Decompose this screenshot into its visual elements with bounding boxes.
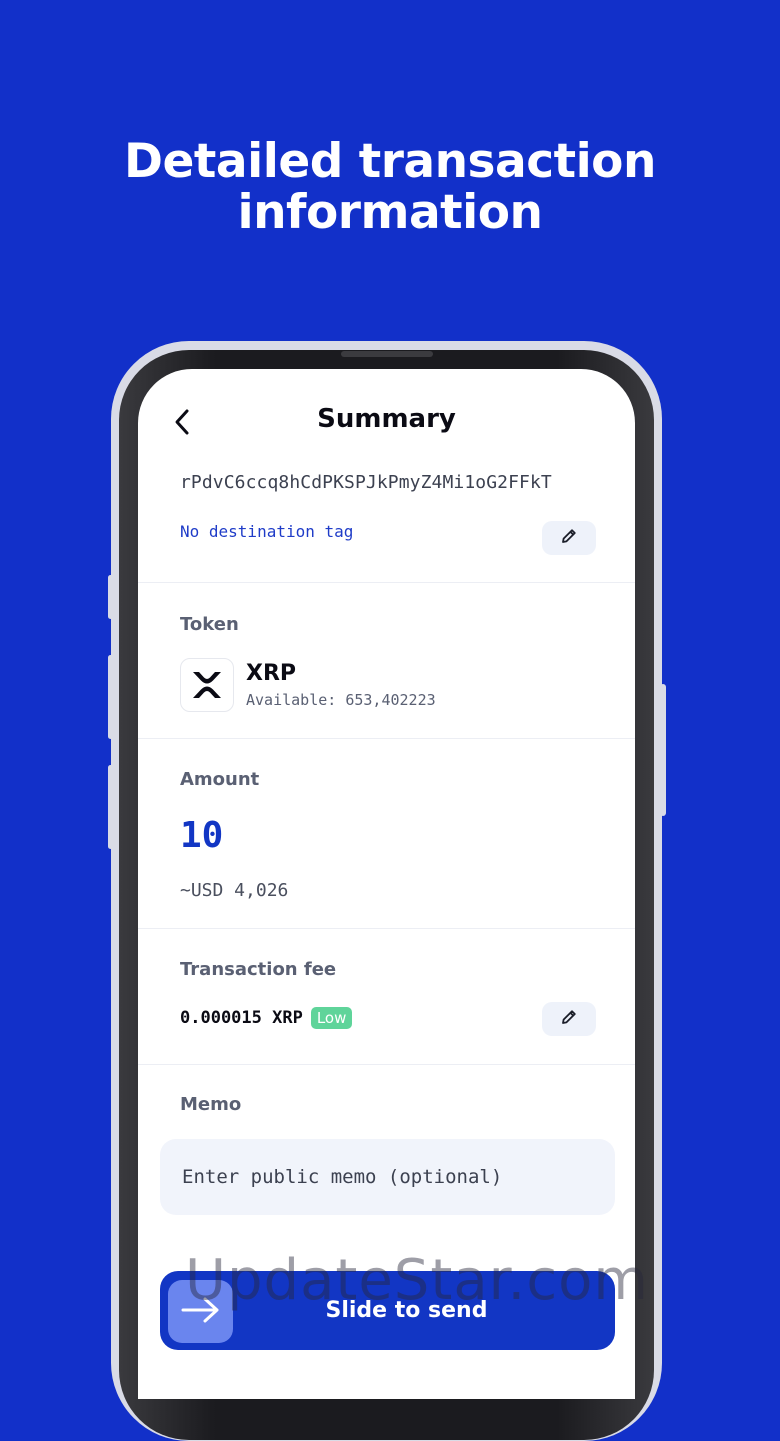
amount-value[interactable]: 10 bbox=[180, 815, 223, 856]
recipient-address: rPdvC6ccq8hCdPKSPJkPmyZ4Mi1oG2FFkT bbox=[180, 472, 552, 493]
section-divider bbox=[138, 738, 635, 739]
slide-to-send-button[interactable]: Slide to send bbox=[160, 1271, 615, 1350]
memo-section-label: Memo bbox=[180, 1094, 242, 1115]
fee-level-badge: Low bbox=[310, 1007, 353, 1029]
token-section-label: Token bbox=[180, 614, 239, 635]
pencil-icon bbox=[559, 526, 579, 550]
summary-screen: Summary rPdvC6ccq8hCdPKSPJkPmyZ4Mi1oG2FF… bbox=[138, 369, 635, 1399]
section-divider bbox=[138, 1064, 635, 1065]
promo-headline-line2: information bbox=[237, 185, 543, 240]
pencil-icon bbox=[559, 1007, 579, 1031]
edit-destination-tag-button[interactable] bbox=[542, 521, 596, 555]
token-name: XRP bbox=[246, 661, 297, 686]
destination-tag-link[interactable]: No destination tag bbox=[180, 522, 353, 541]
page-title: Summary bbox=[317, 404, 456, 434]
fee-row: 0.000015 XRP Low bbox=[180, 1007, 353, 1029]
slide-to-send-label: Slide to send bbox=[325, 1298, 488, 1323]
phone-power-button bbox=[660, 684, 666, 816]
token-available-balance: Available: 653,402223 bbox=[246, 691, 436, 709]
section-divider bbox=[138, 928, 635, 929]
memo-input[interactable] bbox=[160, 1139, 615, 1215]
arrow-right-icon bbox=[179, 1295, 223, 1329]
edit-fee-button[interactable] bbox=[542, 1002, 596, 1036]
phone-side-button bbox=[108, 575, 113, 619]
phone-volume-down-button bbox=[108, 765, 113, 849]
promo-headline: Detailed transaction information bbox=[0, 136, 780, 238]
fee-value: 0.000015 XRP bbox=[180, 1008, 303, 1028]
phone-speaker bbox=[341, 351, 433, 357]
amount-fiat-value: ~USD 4,026 bbox=[180, 880, 289, 901]
phone-volume-up-button bbox=[108, 655, 113, 739]
xrp-logo-icon bbox=[180, 658, 234, 712]
amount-section-label: Amount bbox=[180, 769, 260, 790]
fee-section-label: Transaction fee bbox=[180, 959, 337, 980]
promo-headline-line1: Detailed transaction bbox=[124, 134, 656, 189]
section-divider bbox=[138, 582, 635, 583]
slide-handle[interactable] bbox=[168, 1280, 233, 1343]
